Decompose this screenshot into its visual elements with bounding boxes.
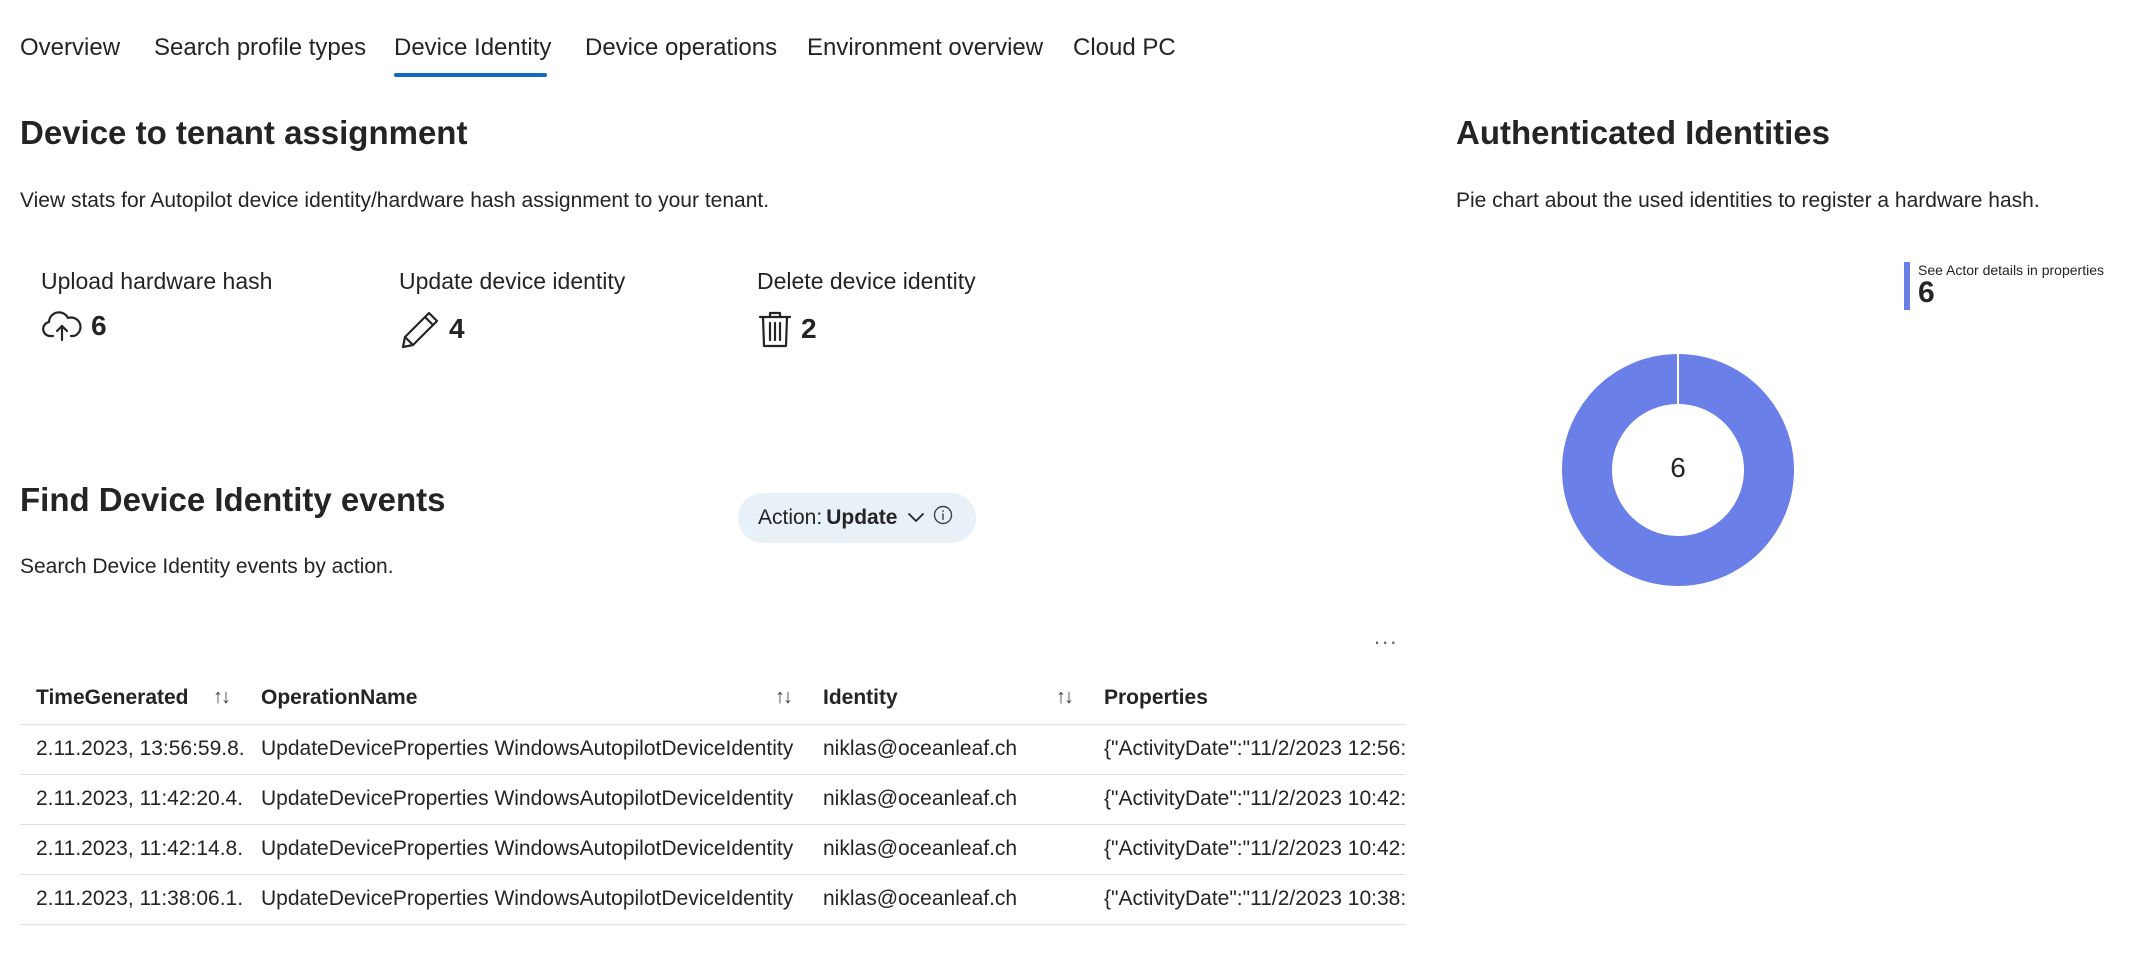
stat-upload-hardware-hash: Upload hardware hash 6 [41, 268, 272, 343]
cell-operationname: UpdateDeviceProperties WindowsAutopilotD… [245, 824, 807, 875]
stat-value: 2 [801, 313, 817, 344]
tab-device-operations[interactable]: Device operations [585, 34, 777, 62]
active-tab-indicator [394, 73, 547, 77]
cell-operationname: UpdateDeviceProperties WindowsAutopilotD… [245, 724, 807, 775]
more-options-button[interactable]: ... [1374, 624, 1398, 650]
cell-timegenerated: 2.11.2023, 11:38:06.1... [20, 874, 245, 925]
stat-delete-device-identity: Delete device identity 2 [757, 268, 976, 349]
column-header-identity[interactable]: Identity ↑↓ [807, 672, 1088, 725]
cell-properties: {"ActivityDate":"11/2/2023 10:42: [1088, 824, 1406, 875]
cell-properties: {"ActivityDate":"11/2/2023 12:56: [1088, 724, 1406, 775]
events-title: Find Device Identity events [20, 481, 446, 518]
stat-label: Update device identity [399, 268, 626, 294]
events-description: Search Device Identity events by action. [20, 555, 394, 578]
legend-series-value: 6 [1918, 276, 1935, 309]
sort-icon[interactable]: ↑↓ [213, 686, 231, 709]
filter-value: Update [826, 506, 898, 529]
cell-identity: niklas@oceanleaf.ch [807, 774, 1088, 825]
tab-overview[interactable]: Overview [20, 34, 120, 62]
cell-properties: {"ActivityDate":"11/2/2023 10:42: [1088, 774, 1406, 825]
cell-timegenerated: 2.11.2023, 13:56:59.8... [20, 724, 245, 775]
tab-environment-overview[interactable]: Environment overview [807, 34, 1043, 62]
stat-label: Upload hardware hash [41, 268, 273, 294]
cell-timegenerated: 2.11.2023, 11:42:14.8... [20, 824, 245, 875]
cell-operationname: UpdateDeviceProperties WindowsAutopilotD… [245, 774, 807, 825]
stat-update-device-identity: Update device identity 4 [399, 268, 625, 349]
legend-series-name: See Actor details in properties [1918, 262, 2104, 278]
donut-center-total: 6 [1670, 452, 1686, 483]
stat-value: 4 [449, 313, 465, 344]
cell-properties: {"ActivityDate":"11/2/2023 10:38: [1088, 874, 1406, 925]
cell-identity: niklas@oceanleaf.ch [807, 824, 1088, 875]
stat-value: 6 [91, 310, 107, 341]
table-row[interactable]: 2.11.2023, 11:42:20.4... UpdateDevicePro… [20, 774, 1406, 825]
tenant-assignment-description: View stats for Autopilot device identity… [20, 189, 770, 212]
filter-label: Action: [758, 506, 823, 529]
events-table: TimeGenerated ↑↓ OperationName ↑↓ Identity… [20, 672, 1406, 925]
pencil-icon [399, 309, 441, 349]
info-icon[interactable] [933, 505, 953, 531]
column-header-properties[interactable]: Properties [1088, 672, 1406, 725]
sort-icon[interactable]: ↑↓ [1056, 686, 1074, 709]
action-filter-pill[interactable]: Action: Update [738, 493, 976, 543]
cell-identity: niklas@oceanleaf.ch [807, 874, 1088, 925]
chevron-down-icon [907, 506, 925, 530]
cell-operationname: UpdateDeviceProperties WindowsAutopilotD… [245, 874, 807, 925]
identities-description: Pie chart about the used identities to r… [1456, 189, 2040, 212]
sort-icon[interactable]: ↑↓ [775, 686, 793, 709]
legend-swatch [1904, 262, 1910, 310]
table-row[interactable]: 2.11.2023, 11:42:14.8... UpdateDevicePro… [20, 824, 1406, 875]
table-header-row: TimeGenerated ↑↓ OperationName ↑↓ Identity… [20, 672, 1406, 725]
identities-title: Authenticated Identities [1456, 114, 1831, 151]
cloud-upload-icon [41, 309, 83, 343]
table-row[interactable]: 2.11.2023, 13:56:59.8... UpdateDevicePro… [20, 724, 1406, 775]
table-row[interactable]: 2.11.2023, 11:38:06.1... UpdateDevicePro… [20, 874, 1406, 925]
chart-legend[interactable]: See Actor details in properties 6 [1904, 262, 2104, 310]
cell-timegenerated: 2.11.2023, 11:42:20.4... [20, 774, 245, 825]
tab-search-profile-types[interactable]: Search profile types [154, 34, 366, 62]
tenant-assignment-title: Device to tenant assignment [20, 114, 468, 151]
column-header-operationname[interactable]: OperationName ↑↓ [245, 672, 807, 725]
cell-identity: niklas@oceanleaf.ch [807, 724, 1088, 775]
trash-icon [757, 309, 793, 349]
tab-device-identity[interactable]: Device Identity [394, 34, 551, 62]
column-header-timegenerated[interactable]: TimeGenerated ↑↓ [20, 672, 245, 725]
stat-label: Delete device identity [757, 268, 976, 294]
tab-cloud-pc[interactable]: Cloud PC [1073, 34, 1176, 62]
